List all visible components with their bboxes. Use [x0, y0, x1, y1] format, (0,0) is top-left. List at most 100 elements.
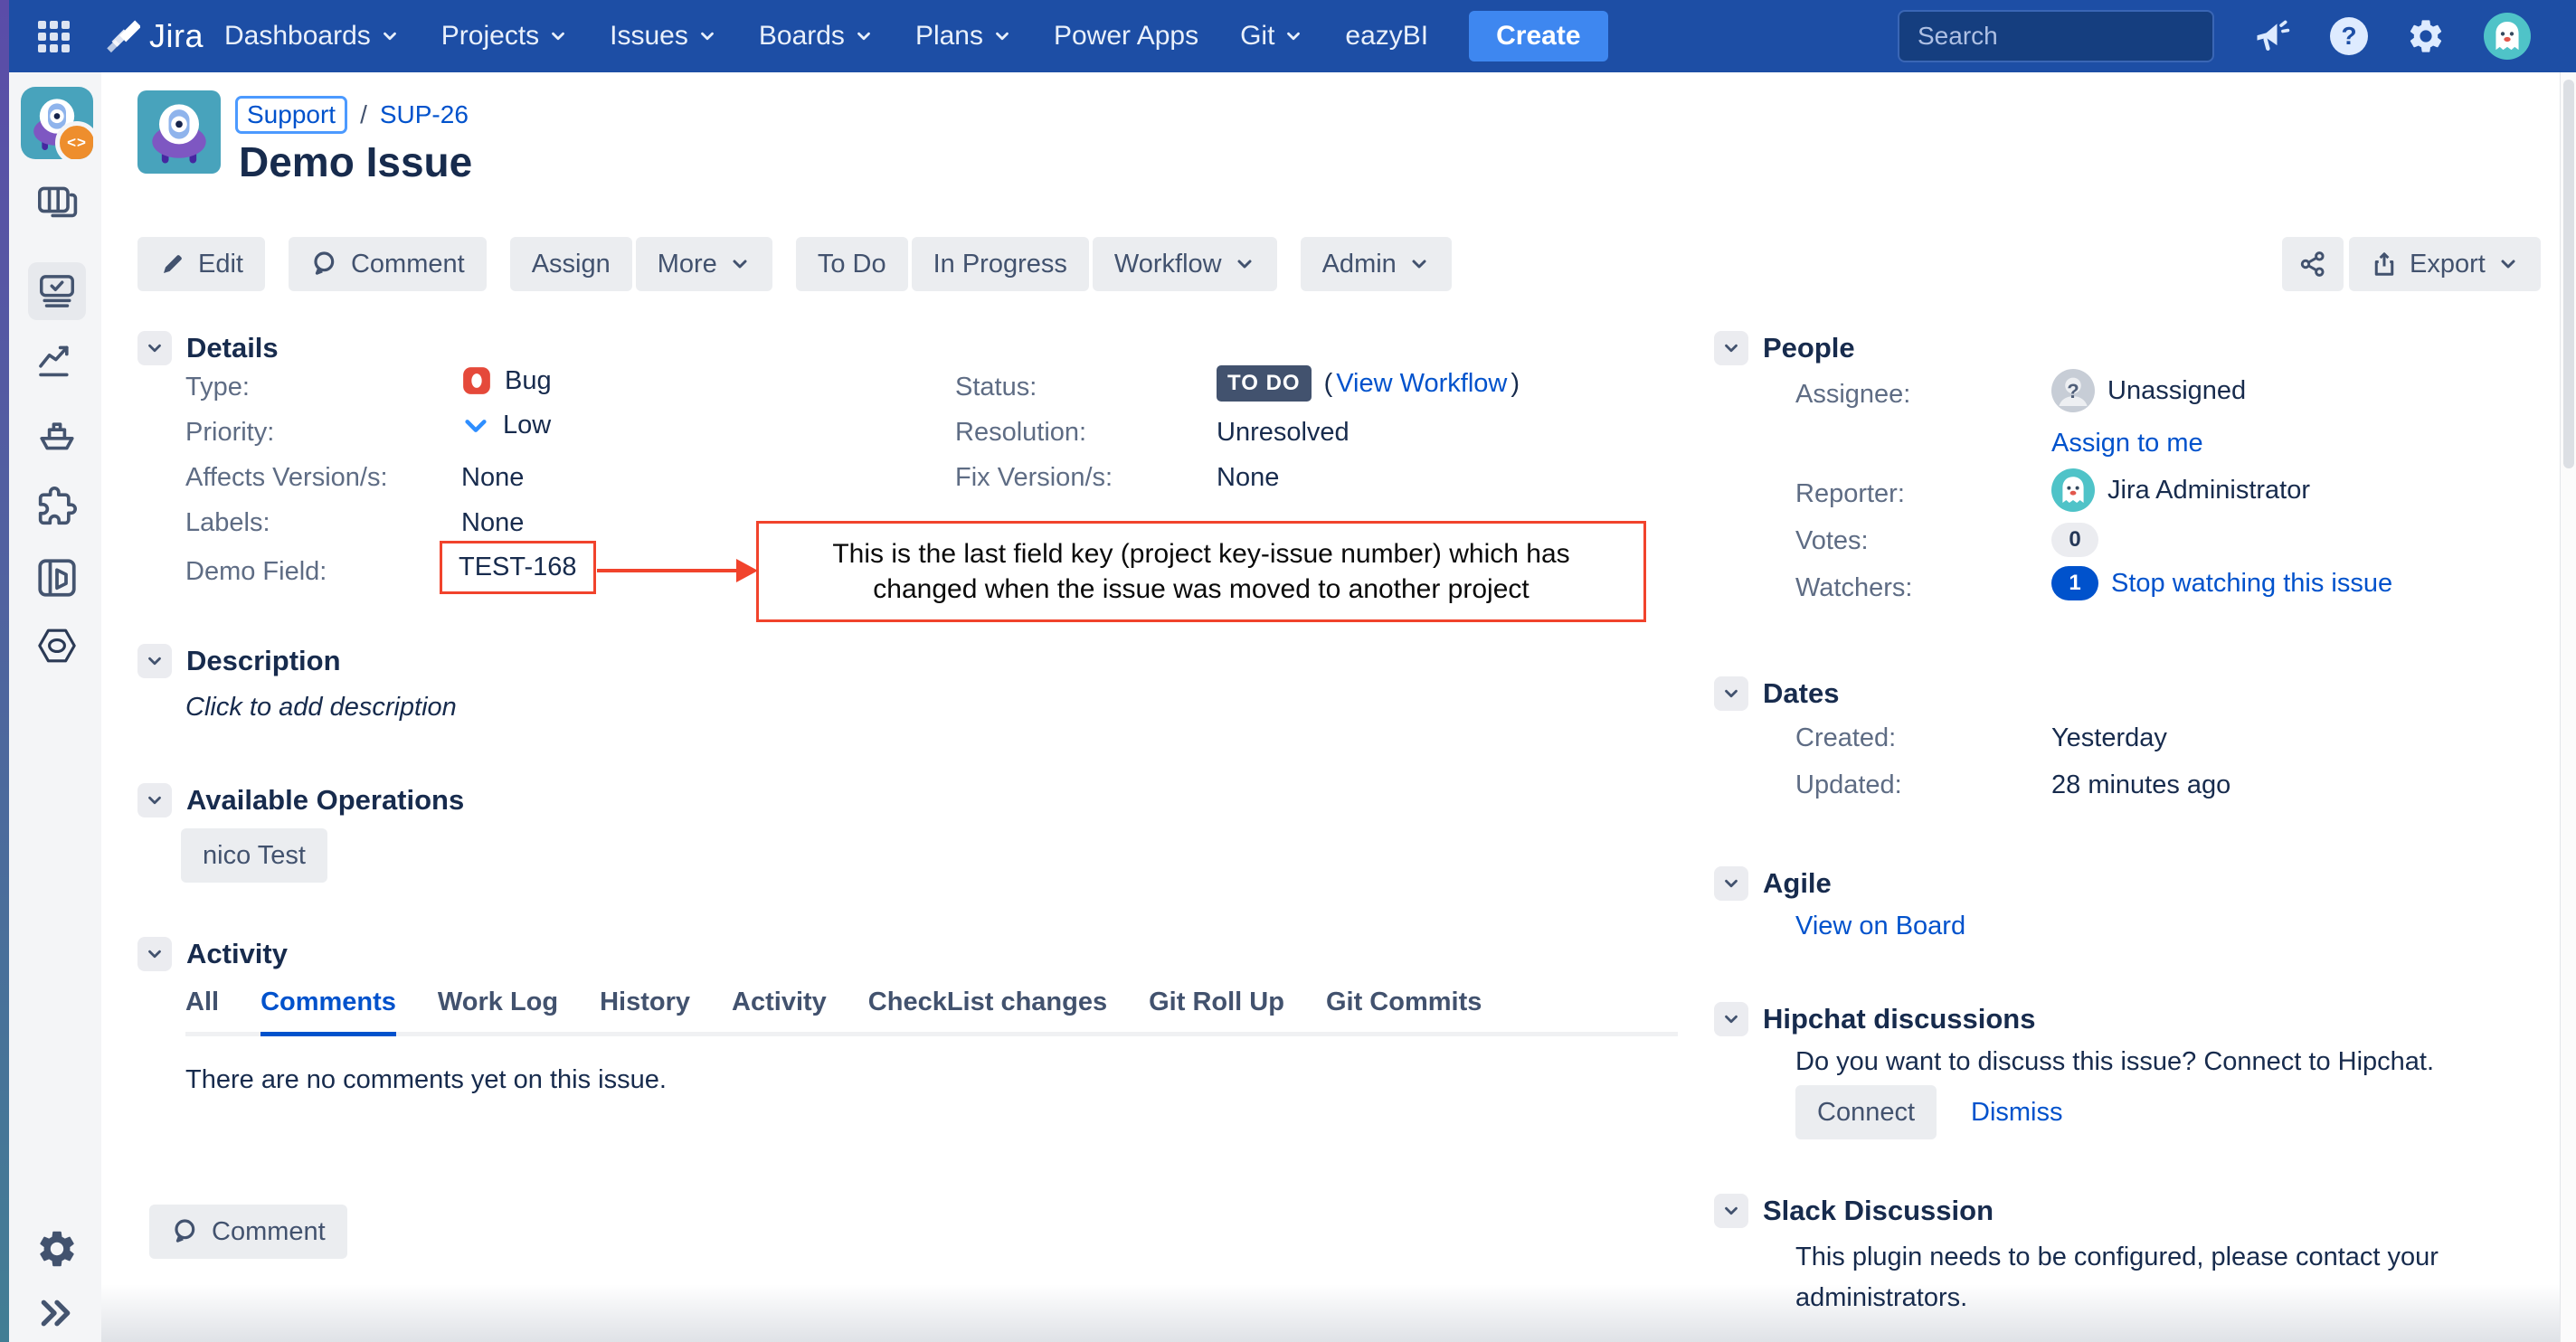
chevron-down-icon	[1721, 338, 1741, 358]
sidebar-item-backlog[interactable]	[35, 183, 79, 222]
megaphone-icon[interactable]	[2252, 16, 2292, 56]
sidebar-project-avatar[interactable]: <>	[21, 87, 93, 159]
priority-value: Low	[461, 411, 551, 440]
collapse-hipchat-button[interactable]	[1714, 1002, 1748, 1036]
chevron-down-icon	[1721, 874, 1741, 893]
tab-all[interactable]: All	[185, 988, 219, 1032]
watchers-label: Watchers:	[1795, 573, 1912, 603]
updated-value: 28 minutes ago	[2051, 770, 2230, 800]
stop-watching-link[interactable]: Stop watching this issue	[2111, 569, 2392, 599]
search-box[interactable]	[1898, 10, 2214, 62]
comment-bubble-icon	[171, 1217, 200, 1246]
labels-label: Labels:	[185, 508, 270, 538]
sidebar-item-reports[interactable]	[35, 342, 79, 382]
status-value: TO DO ( View Workflow )	[1217, 365, 1520, 402]
tab-checklist-changes[interactable]: CheckList changes	[868, 988, 1107, 1032]
description-section-header: Description	[137, 644, 341, 678]
share-button[interactable]	[2282, 237, 2344, 291]
collapse-dates-button[interactable]	[1714, 676, 1748, 711]
sidebar-settings-gear[interactable]	[34, 1226, 80, 1271]
assign-to-me-link[interactable]: Assign to me	[2051, 429, 2203, 458]
status-badge: TO DO	[1217, 365, 1312, 402]
activity-tabs: All Comments Work Log History Activity C…	[185, 988, 1678, 1036]
todo-button[interactable]: To Do	[796, 237, 908, 291]
scrollbar-thumb[interactable]	[2563, 80, 2574, 468]
nav-item-eazybi[interactable]: eazyBI	[1324, 0, 1449, 72]
tab-work-log[interactable]: Work Log	[438, 988, 558, 1032]
export-button[interactable]: Export	[2349, 237, 2541, 291]
chevron-down-icon	[145, 338, 165, 358]
nav-item-git[interactable]: Git	[1219, 0, 1324, 72]
chevron-down-icon	[145, 944, 165, 964]
view-on-board-link[interactable]: View on Board	[1795, 912, 1965, 941]
hipchat-dismiss-link[interactable]: Dismiss	[1971, 1098, 2063, 1128]
details-heading: Details	[186, 332, 279, 364]
help-icon[interactable]: ?	[2330, 17, 2368, 55]
scrollbar[interactable]	[2560, 72, 2576, 1342]
in-progress-button[interactable]: In Progress	[912, 237, 1089, 291]
user-avatar[interactable]	[2484, 13, 2531, 60]
description-heading: Description	[186, 645, 341, 677]
comment-bottom-button[interactable]: Comment	[149, 1205, 347, 1259]
chevron-down-icon	[729, 253, 751, 275]
tab-history[interactable]: History	[600, 988, 690, 1032]
view-workflow-link[interactable]: View Workflow	[1336, 369, 1507, 399]
tab-comments[interactable]: Comments	[260, 988, 396, 1036]
sidebar-item-project-settings[interactable]	[35, 626, 79, 666]
nav-item-boards[interactable]: Boards	[738, 0, 895, 72]
nico-test-button[interactable]: nico Test	[181, 828, 327, 883]
nav-item-projects[interactable]: Projects	[421, 0, 589, 72]
tab-activity[interactable]: Activity	[732, 988, 827, 1032]
issue-project-avatar[interactable]	[137, 90, 221, 174]
app-switcher-icon[interactable]	[38, 21, 70, 52]
more-button[interactable]: More	[636, 237, 772, 291]
nav-item-dashboards[interactable]: Dashboards	[204, 0, 421, 72]
backlog-icon	[35, 183, 79, 222]
create-button[interactable]: Create	[1469, 11, 1607, 61]
collapse-people-button[interactable]	[1714, 331, 1748, 365]
nav-item-power-apps[interactable]: Power Apps	[1033, 0, 1219, 72]
pencil-icon	[159, 250, 186, 278]
breadcrumb-issue-link[interactable]: SUP-26	[380, 100, 469, 129]
comment-button[interactable]: Comment	[289, 237, 487, 291]
collapse-description-button[interactable]	[137, 644, 172, 678]
sidebar-expand-button[interactable]	[37, 1295, 77, 1331]
search-input[interactable]	[1916, 21, 2246, 52]
activity-section-header: Activity	[137, 937, 288, 971]
active-sprints-icon	[36, 270, 78, 312]
assign-button[interactable]: Assign	[510, 237, 632, 291]
nav-item-plans[interactable]: Plans	[895, 0, 1033, 72]
gear-icon[interactable]	[2406, 16, 2446, 56]
breadcrumb-project-link[interactable]: Support	[235, 96, 347, 134]
unassigned-avatar-icon: ?	[2051, 369, 2095, 412]
admin-button[interactable]: Admin	[1301, 237, 1452, 291]
created-label: Created:	[1795, 723, 1896, 753]
type-label: Type:	[185, 373, 250, 402]
jira-logo[interactable]: Jira	[102, 17, 204, 55]
annotation-arrow-head	[736, 559, 758, 582]
slack-section-header: Slack Discussion	[1714, 1194, 1994, 1228]
hipchat-connect-button[interactable]: Connect	[1795, 1085, 1937, 1139]
priority-label: Priority:	[185, 418, 274, 448]
chevron-down-icon	[992, 26, 1012, 46]
votes-badge[interactable]: 0	[2051, 523, 2098, 557]
agile-heading: Agile	[1763, 867, 1832, 900]
workflow-button[interactable]: Workflow	[1093, 237, 1277, 291]
sidebar-item-releases[interactable]	[35, 414, 79, 454]
affects-version-label: Affects Version/s:	[185, 463, 388, 493]
sidebar-item-active-sprints[interactable]	[28, 262, 86, 320]
collapse-operations-button[interactable]	[137, 783, 172, 817]
collapse-activity-button[interactable]	[137, 937, 172, 971]
project-avatar-icon	[137, 90, 221, 174]
nav-item-issues[interactable]: Issues	[589, 0, 738, 72]
collapse-slack-button[interactable]	[1714, 1194, 1748, 1228]
watchers-badge[interactable]: 1	[2051, 566, 2098, 600]
tab-git-roll-up[interactable]: Git Roll Up	[1149, 988, 1284, 1032]
edit-button[interactable]: Edit	[137, 237, 265, 291]
sidebar-item-pages[interactable]	[34, 555, 80, 600]
sidebar-item-addons[interactable]	[37, 487, 77, 526]
tab-git-commits[interactable]: Git Commits	[1326, 988, 1482, 1032]
description-placeholder[interactable]: Click to add description	[185, 693, 457, 723]
collapse-agile-button[interactable]	[1714, 866, 1748, 901]
collapse-details-button[interactable]	[137, 331, 172, 365]
